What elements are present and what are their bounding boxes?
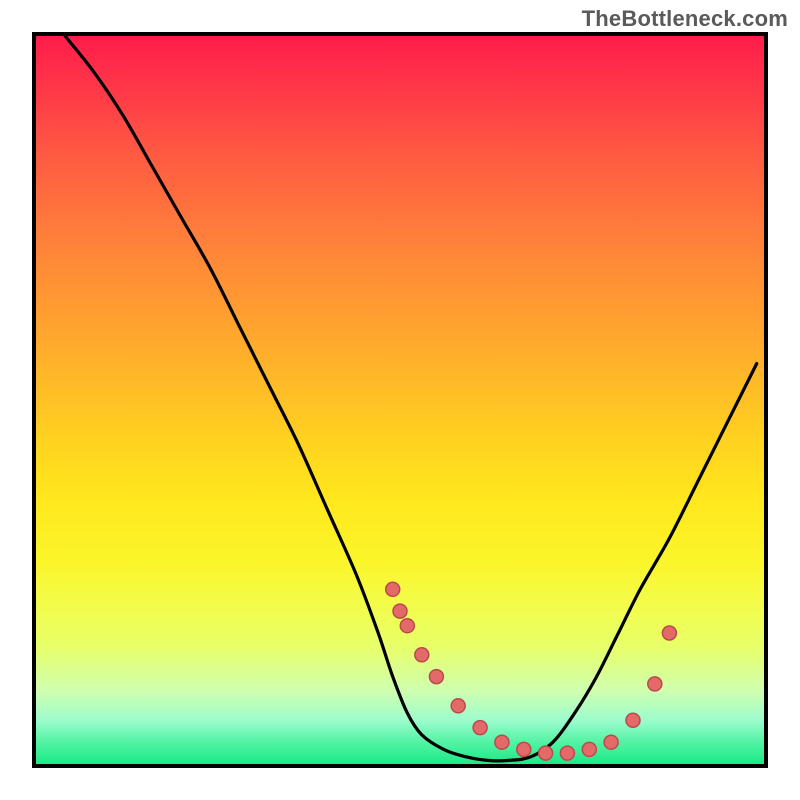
bottleneck-curve — [65, 36, 757, 761]
highlight-dot — [604, 735, 618, 749]
watermark-text: TheBottleneck.com — [582, 6, 788, 32]
highlight-dot — [393, 604, 407, 618]
curve-svg — [36, 36, 764, 764]
highlight-dot — [415, 648, 429, 662]
highlight-dot — [626, 713, 640, 727]
highlight-dot — [400, 619, 414, 633]
highlight-dot — [560, 746, 574, 760]
highlight-dot — [473, 721, 487, 735]
highlight-dot — [648, 677, 662, 691]
highlight-dot — [539, 746, 553, 760]
plot-frame — [32, 32, 768, 768]
highlight-dot — [517, 742, 531, 756]
chart-container: TheBottleneck.com — [0, 0, 800, 800]
highlight-dot — [429, 670, 443, 684]
highlight-dot — [495, 735, 509, 749]
dot-group — [386, 582, 677, 760]
highlight-dot — [662, 626, 676, 640]
highlight-dot — [386, 582, 400, 596]
highlight-dot — [582, 742, 596, 756]
highlight-dot — [451, 699, 465, 713]
